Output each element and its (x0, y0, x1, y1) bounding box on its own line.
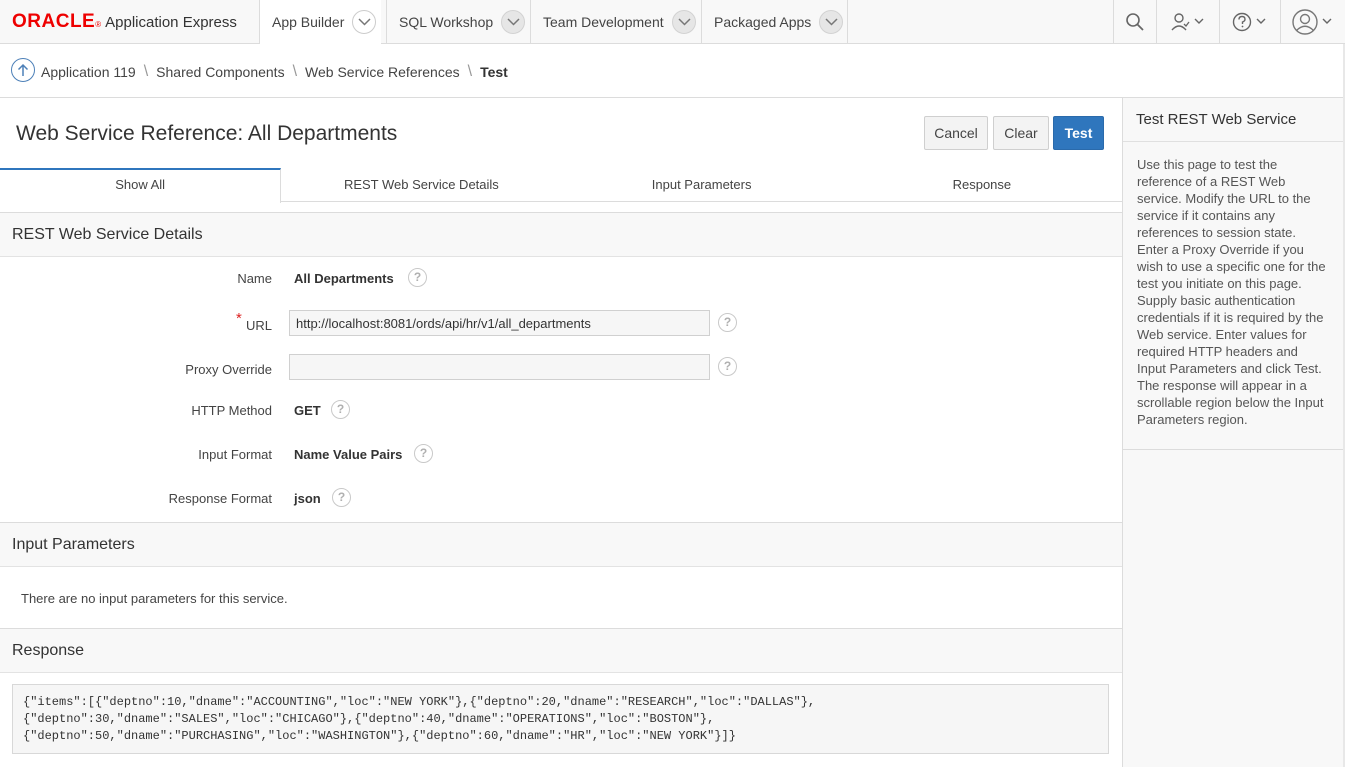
oracle-logo-text: ORACLE (12, 11, 96, 32)
no-parameters-message: There are no input parameters for this s… (21, 591, 288, 606)
nav-tab-app-builder[interactable]: App Builder (259, 0, 381, 45)
region-heading: REST Web Service Details (0, 213, 1122, 257)
breadcrumb: Application 119 \ Shared Components \ We… (41, 63, 508, 81)
url-label: URL (245, 318, 272, 333)
response-body[interactable]: {"items":[{"deptno":10,"dname":"ACCOUNTI… (12, 684, 1109, 754)
chevron-down-icon[interactable] (819, 10, 844, 34)
help-panel: Test REST Web Service Use this page to t… (1122, 98, 1343, 450)
nav-tab-label: App Builder (272, 14, 345, 30)
nav-tab-team-development[interactable]: Team Development (530, 0, 700, 44)
test-button[interactable]: Test (1053, 116, 1104, 150)
main-content: Web Service Reference: All Departments C… (0, 98, 1122, 767)
http-method-label: HTTP Method (191, 403, 272, 418)
help-panel-footer-area (1122, 450, 1343, 767)
proxy-override-field[interactable] (289, 354, 710, 380)
nav-tab-sql-workshop[interactable]: SQL Workshop (386, 0, 529, 44)
tab-input-parameters[interactable]: Input Parameters (562, 168, 842, 201)
breadcrumb-separator: \ (292, 63, 298, 80)
input-format-value: Name Value Pairs (294, 447, 403, 462)
clear-button[interactable]: Clear (993, 116, 1049, 150)
up-arrow-icon (17, 63, 29, 76)
response-format-value: json (294, 491, 321, 506)
input-parameters-region: Input Parameters (0, 522, 1122, 628)
nav-tab-label: Team Development (543, 14, 664, 30)
url-row: * URL ? (0, 310, 1122, 342)
help-menu-button[interactable] (1219, 0, 1280, 44)
breadcrumb-bar: Application 119 \ Shared Components \ We… (0, 44, 1345, 98)
url-field[interactable] (289, 310, 710, 336)
breadcrumb-application[interactable]: Application 119 (41, 64, 136, 80)
help-icon[interactable]: ? (332, 488, 351, 507)
page-title: Web Service Reference: All Departments (16, 122, 398, 145)
chevron-down-icon[interactable] (352, 10, 377, 34)
help-panel-text: Use this page to test the reference of a… (1137, 157, 1326, 427)
proxy-override-row: Proxy Override ? (0, 354, 1122, 386)
up-level-button[interactable] (11, 58, 35, 82)
tab-response[interactable]: Response (842, 168, 1122, 201)
region-heading: Response (0, 629, 1122, 673)
breadcrumb-shared-components[interactable]: Shared Components (156, 64, 284, 80)
region-heading: Input Parameters (0, 523, 1122, 567)
response-format-label: Response Format (168, 491, 272, 506)
help-icon[interactable]: ? (414, 444, 433, 463)
required-marker: * (236, 310, 242, 327)
input-format-label: Input Format (198, 447, 272, 462)
user-icon (1292, 9, 1332, 35)
breadcrumb-current: Test (480, 64, 508, 80)
http-method-row: HTTP Method GET ? (0, 395, 1122, 427)
help-icon[interactable]: ? (408, 268, 427, 287)
breadcrumb-separator: \ (143, 63, 149, 80)
search-icon (1126, 13, 1144, 31)
user-menu-button[interactable] (1280, 0, 1345, 44)
region-tabs: Show All REST Web Service Details Input … (0, 168, 1122, 203)
team-icon (1171, 13, 1204, 31)
http-method-value: GET (294, 403, 321, 418)
nav-tab-packaged-apps[interactable]: Packaged Apps (701, 0, 848, 44)
nav-tab-label: Packaged Apps (714, 14, 812, 30)
input-format-row: Input Format Name Value Pairs ? (0, 439, 1122, 471)
help-panel-title: Test REST Web Service (1123, 98, 1343, 142)
proxy-override-label: Proxy Override (185, 362, 272, 377)
breadcrumb-separator: \ (467, 63, 473, 80)
tab-rest-web-service-details[interactable]: REST Web Service Details (281, 168, 561, 201)
cancel-button[interactable]: Cancel (924, 116, 988, 150)
tab-show-all[interactable]: Show All (0, 168, 282, 203)
help-icon[interactable]: ? (331, 400, 350, 419)
name-value: All Departments (294, 271, 394, 286)
help-icon (1232, 12, 1266, 32)
nav-tab-label: SQL Workshop (399, 14, 494, 30)
name-label: Name (237, 271, 272, 286)
registered-mark: ® (95, 20, 102, 29)
response-format-row: Response Format json ? (0, 483, 1122, 515)
breadcrumb-web-service-references[interactable]: Web Service References (305, 64, 460, 80)
chevron-down-icon[interactable] (501, 10, 526, 34)
help-icon[interactable]: ? (718, 357, 737, 376)
oracle-apex-logo[interactable]: ORACLE ® Application Express (12, 11, 237, 33)
team-menu-button[interactable] (1156, 0, 1219, 44)
help-icon[interactable]: ? (718, 313, 737, 332)
top-navigation-bar: ORACLE ® Application Express App Builder… (0, 0, 1345, 45)
product-name: Application Express (105, 14, 237, 31)
chevron-down-icon[interactable] (671, 10, 696, 34)
name-row: Name All Departments ? (0, 263, 1122, 295)
search-button[interactable] (1113, 0, 1156, 44)
